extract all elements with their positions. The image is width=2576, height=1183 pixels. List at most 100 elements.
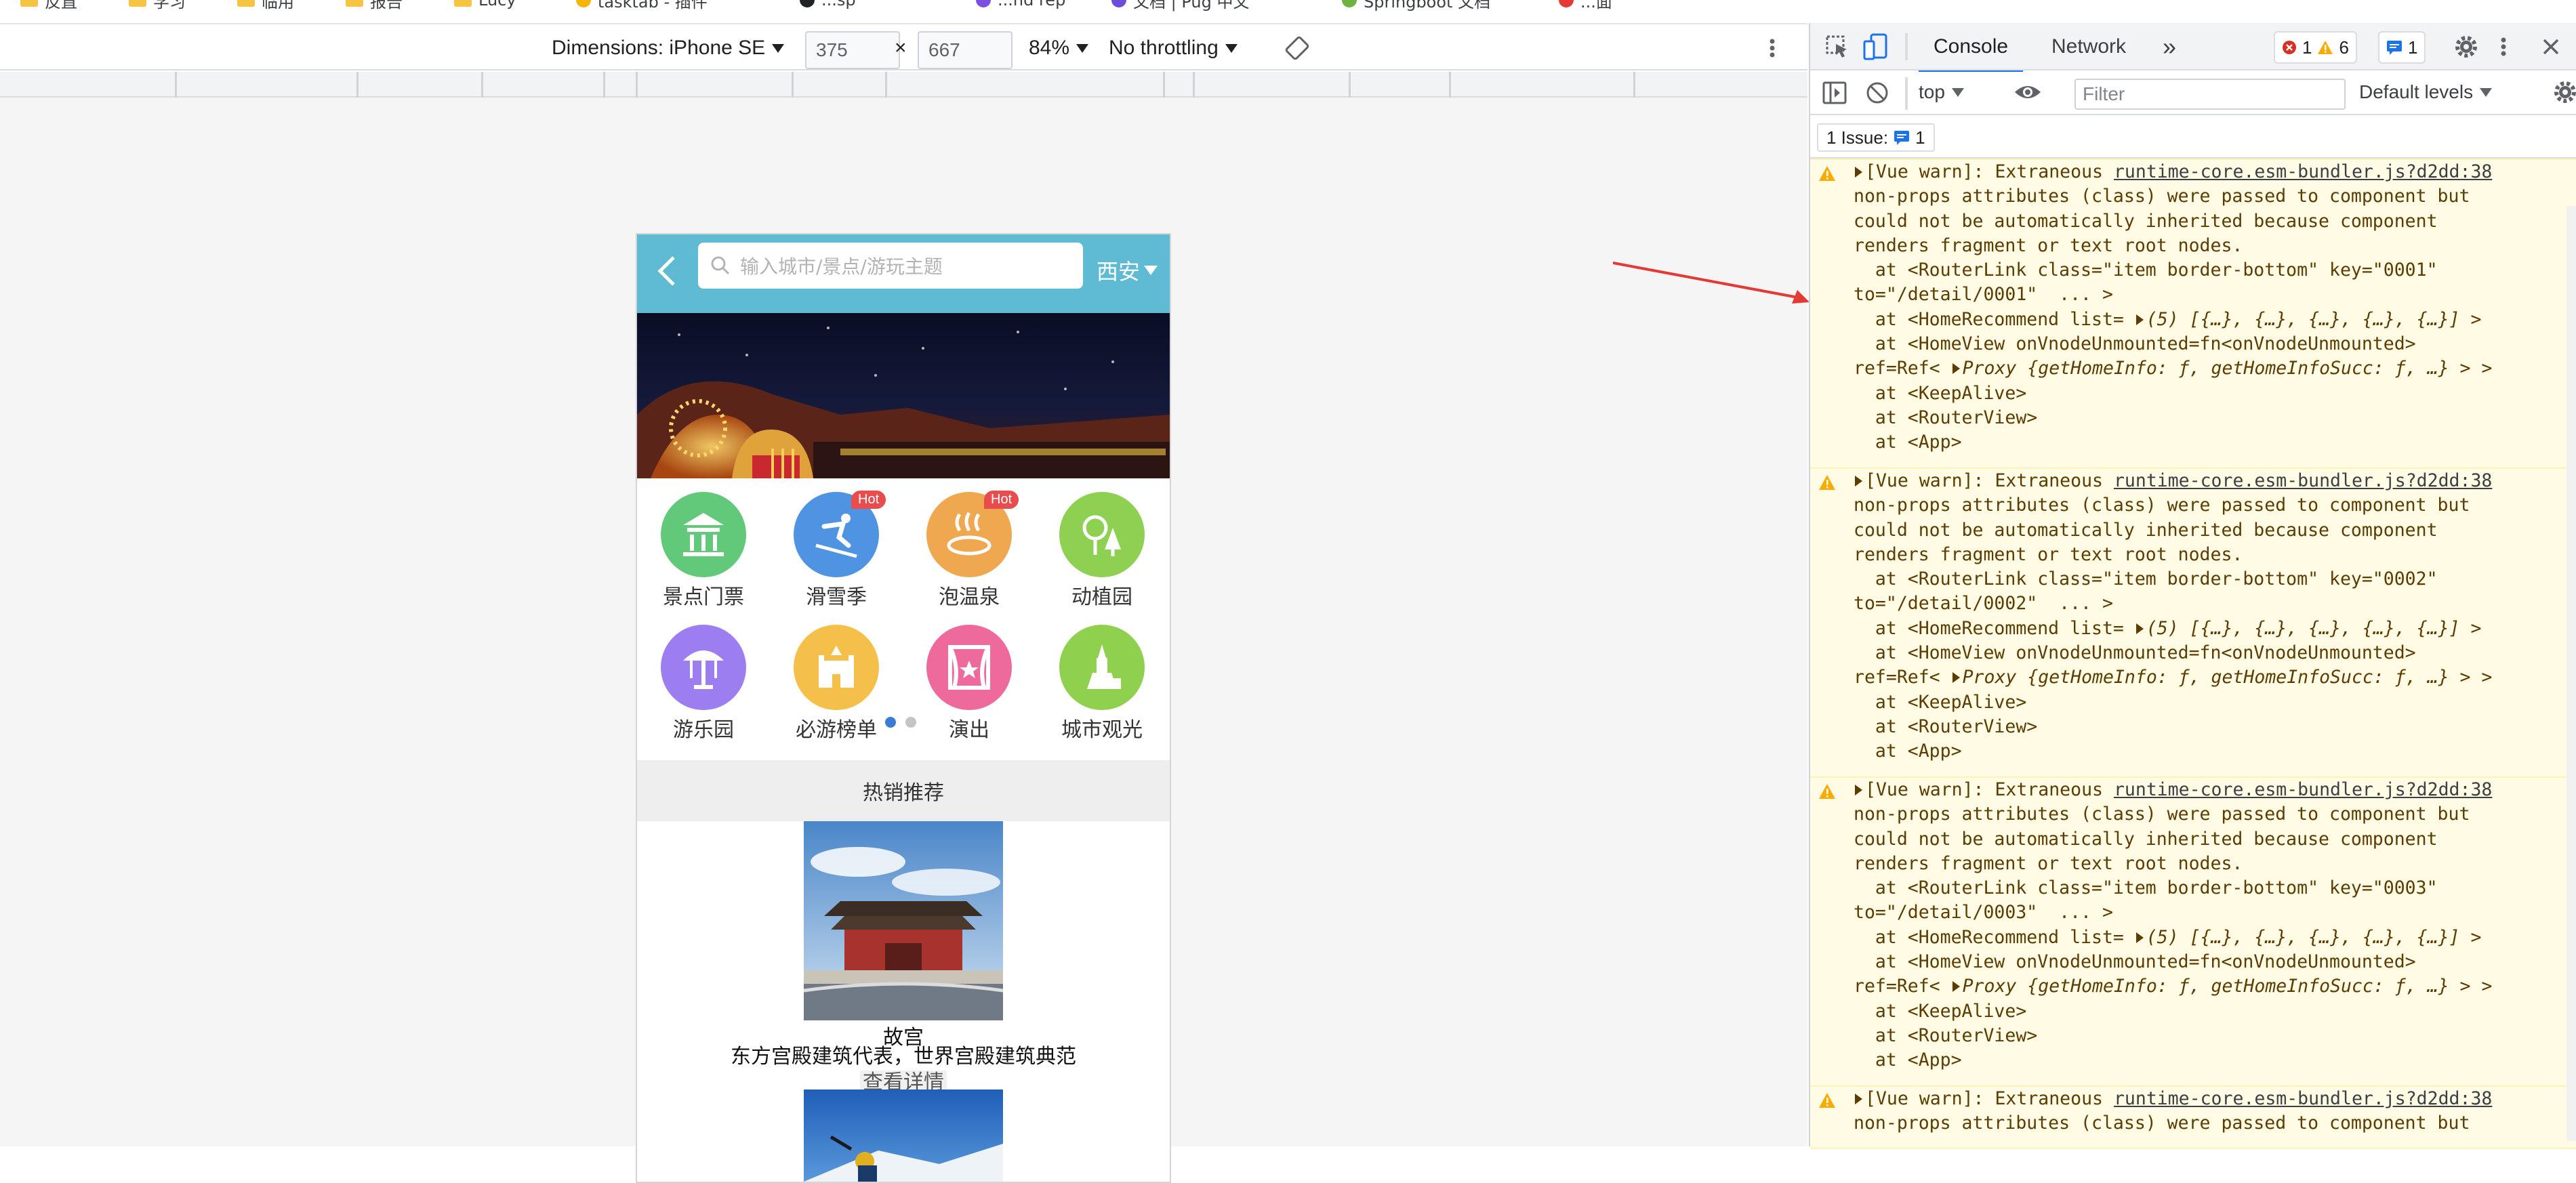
warning-line: could not be automatically inherited bec… xyxy=(1854,519,2438,541)
category-zoo-garden[interactable]: 动植园 xyxy=(1036,478,1168,611)
warning-line: to="/detail/0003" ... > xyxy=(1854,902,2113,923)
warning-line: to="/detail/0001" ... > xyxy=(1854,284,2113,306)
inspect-element-icon[interactable] xyxy=(1825,23,1849,70)
issues-counter[interactable]: 1 6 xyxy=(2274,31,2357,64)
bookmark-item[interactable]: 报告 xyxy=(346,0,403,12)
expand-triangle-icon[interactable] xyxy=(1952,363,1960,375)
category-city-tour[interactable]: 城市观光 xyxy=(1036,611,1168,744)
close-devtools-icon[interactable] xyxy=(2541,23,2561,70)
site-icon xyxy=(1559,0,1574,7)
category-amusement-park[interactable]: 游乐园 xyxy=(637,611,770,744)
bookmark-item[interactable]: tasktab - 插件 xyxy=(576,0,708,12)
context-select[interactable]: top xyxy=(1919,81,1964,103)
forbidden-city-photo xyxy=(804,821,1003,1020)
warning-text: at <HomeRecommend list= xyxy=(1854,926,2135,948)
expand-triangle-icon[interactable] xyxy=(1855,476,1862,486)
console-settings-gear-icon[interactable] xyxy=(2553,80,2576,109)
clear-console-icon[interactable] xyxy=(1866,81,1889,109)
bookmark-item[interactable]: ...nd rep xyxy=(976,0,1065,9)
expand-triangle-icon[interactable] xyxy=(2135,314,2144,325)
expand-triangle-icon[interactable] xyxy=(1855,167,1862,178)
source-link[interactable]: runtime-core.esm-bundler.js?d2dd:38 xyxy=(2114,161,2492,182)
console-scrollbar[interactable] xyxy=(2567,206,2576,1141)
category-ski-season[interactable]: Hot 滑雪季 xyxy=(770,478,903,611)
category-label: 演出 xyxy=(949,718,989,742)
category-must-visit[interactable]: 必游榜单 xyxy=(770,611,903,744)
tree-icon xyxy=(1059,492,1145,577)
expand-triangle-icon[interactable] xyxy=(1952,672,1960,684)
settings-gear-icon[interactable] xyxy=(2454,23,2478,70)
sidebar-toggle-icon[interactable] xyxy=(1822,81,1847,109)
bookmark-item[interactable]: 文档 | Pug 中文 xyxy=(1111,0,1250,12)
expand-triangle-icon[interactable] xyxy=(1855,785,1862,795)
tab-console[interactable]: Console xyxy=(1919,23,2024,73)
city-label: 西安 xyxy=(1097,259,1141,285)
expand-triangle-icon[interactable] xyxy=(1952,981,1960,993)
recommend-image[interactable] xyxy=(804,821,1003,1020)
warning-line: at <KeepAlive> xyxy=(1854,1000,2027,1022)
bookmark-label: 文档 | Pug 中文 xyxy=(1133,0,1250,12)
object-preview[interactable]: Proxy {getHomeInfo: ƒ, getHomeInfoSucc: … xyxy=(1963,667,2493,688)
device-select[interactable]: Dimensions: iPhone SE xyxy=(552,24,785,72)
console-warning[interactable]: [Vue warn]: Extraneous runtime-core.esm-… xyxy=(1810,159,2576,470)
warning-line: at <App> xyxy=(1854,1050,1962,1071)
device-toggle-icon[interactable] xyxy=(1863,23,1887,70)
bookmark-item[interactable]: Springboot 文档 xyxy=(1342,0,1490,12)
bookmark-label: 反直 xyxy=(45,0,77,12)
castle-icon xyxy=(794,625,879,710)
expand-triangle-icon[interactable] xyxy=(2135,623,2144,634)
bookmark-label: 学习 xyxy=(153,0,186,12)
bookmark-item[interactable]: 临用 xyxy=(237,0,294,12)
swiper-dot[interactable] xyxy=(905,717,916,728)
log-levels-select[interactable]: Default levels xyxy=(2359,81,2493,103)
console-warning[interactable]: [Vue warn]: Extraneous runtime-core.esm-… xyxy=(1810,468,2576,779)
category-shows[interactable]: 演出 xyxy=(903,611,1036,744)
issues-button[interactable]: 1 Issue: 1 xyxy=(1817,123,1935,152)
height-input[interactable]: 667 xyxy=(918,31,1013,69)
search-input[interactable]: 输入城市/景点/游玩主题 xyxy=(698,243,1083,289)
warning-line: could not be automatically inherited bec… xyxy=(1854,828,2438,850)
zoom-select[interactable]: 84% xyxy=(1029,24,1089,72)
customize-menu-icon[interactable] xyxy=(2500,23,2507,70)
object-preview[interactable]: (5) [{…}, {…}, {…}, {…}, {…}] > xyxy=(2146,927,2482,948)
rotate-icon[interactable] xyxy=(1285,24,1309,72)
ski-photo xyxy=(804,1089,1003,1182)
category-hot-spring[interactable]: Hot 泡温泉 xyxy=(903,478,1036,611)
filter-input[interactable]: Filter xyxy=(2074,79,2346,110)
source-link[interactable]: runtime-core.esm-bundler.js?d2dd:38 xyxy=(2114,779,2492,800)
bookmark-item[interactable]: ...面 xyxy=(1559,0,1612,12)
banner-image[interactable] xyxy=(637,313,1170,478)
issues-bar: 1 Issue: 1 xyxy=(1810,117,2576,159)
back-arrow-icon[interactable] xyxy=(651,249,683,293)
expand-triangle-icon[interactable] xyxy=(2135,932,2144,943)
swiper-dot-active[interactable] xyxy=(885,717,896,728)
category-label: 必游榜单 xyxy=(796,718,877,742)
messages-counter[interactable]: 1 xyxy=(2378,31,2426,64)
bookmark-item[interactable]: 反直 xyxy=(20,0,77,12)
city-select[interactable]: 西安 xyxy=(1097,255,1158,286)
expand-triangle-icon[interactable] xyxy=(1855,1094,1862,1104)
source-link[interactable]: runtime-core.esm-bundler.js?d2dd:38 xyxy=(2114,1088,2492,1109)
recommend-image[interactable] xyxy=(804,1089,1003,1182)
throttling-select[interactable]: No throttling xyxy=(1109,24,1238,72)
object-preview[interactable]: (5) [{…}, {…}, {…}, {…}, {…}] > xyxy=(2146,618,2482,639)
zoom-label: 84% xyxy=(1029,37,1070,59)
live-expression-eye-icon[interactable] xyxy=(2013,80,2042,109)
object-preview[interactable]: Proxy {getHomeInfo: ƒ, getHomeInfoSucc: … xyxy=(1963,976,2493,997)
tab-network[interactable]: Network xyxy=(2039,23,2138,70)
more-tabs-button[interactable]: » xyxy=(2163,23,2176,70)
bookmark-item[interactable]: ...sp xyxy=(800,0,856,9)
category-scenic-tickets[interactable]: 景点门票 xyxy=(637,478,770,611)
console-warning[interactable]: [Vue warn]: Extraneous runtime-core.esm-… xyxy=(1810,1085,2576,1149)
media-query-ruler[interactable] xyxy=(0,72,1807,98)
width-input[interactable]: 375 xyxy=(805,31,900,69)
source-link[interactable]: runtime-core.esm-bundler.js?d2dd:38 xyxy=(2114,470,2492,491)
bookmark-item[interactable]: Lucy xyxy=(454,0,516,9)
bookmark-item[interactable]: 学习 xyxy=(129,0,186,12)
console-warning[interactable]: [Vue warn]: Extraneous runtime-core.esm-… xyxy=(1810,776,2576,1088)
object-preview[interactable]: Proxy {getHomeInfo: ƒ, getHomeInfoSucc: … xyxy=(1963,358,2493,379)
warning-text: [Vue warn]: Extraneous xyxy=(1865,779,2114,800)
more-options-icon[interactable] xyxy=(1769,24,1776,72)
object-preview[interactable]: (5) [{…}, {…}, {…}, {…}, {…}] > xyxy=(2146,309,2482,330)
category-label: 城市观光 xyxy=(1061,718,1143,742)
